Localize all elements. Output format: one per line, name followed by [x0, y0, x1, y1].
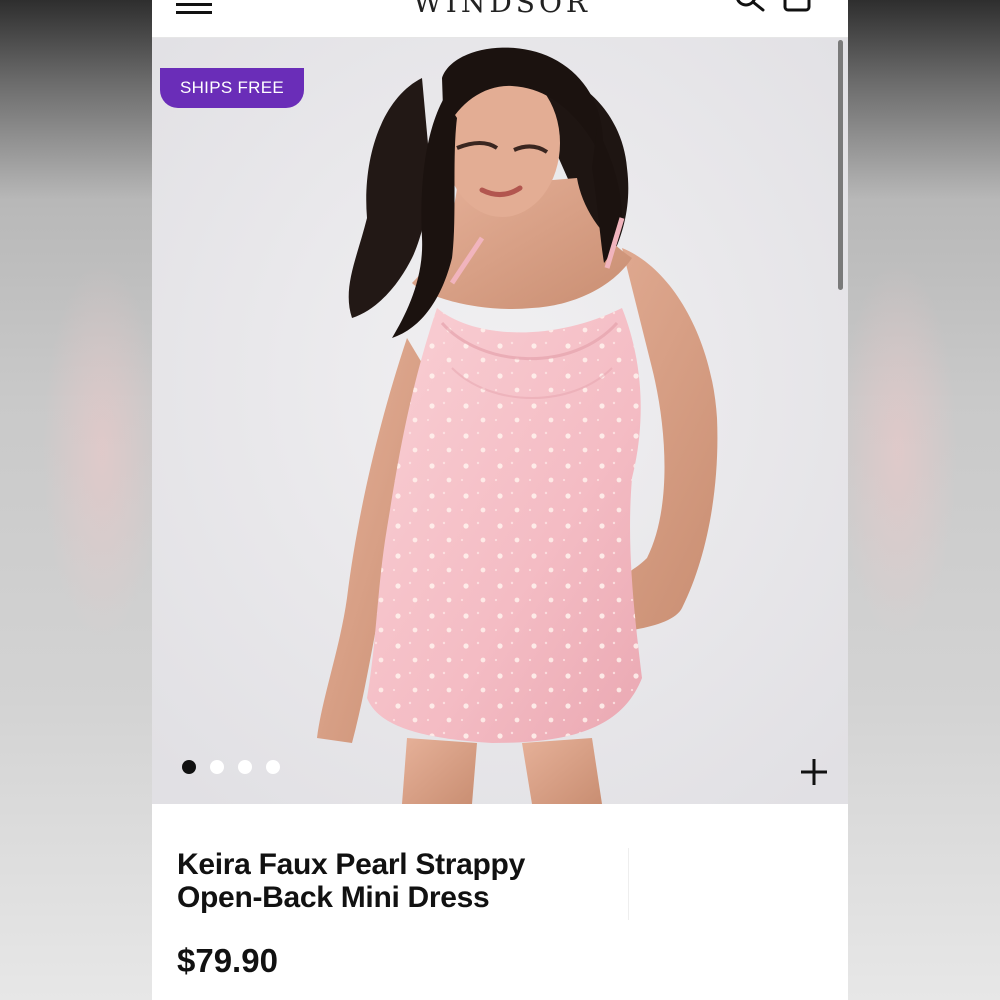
carousel-dots [182, 760, 280, 774]
product-photo [152, 38, 848, 804]
carousel-dot-4[interactable] [266, 760, 280, 774]
blurred-left-backdrop [0, 0, 162, 1000]
bag-icon[interactable] [782, 0, 812, 12]
page-scrollbar[interactable] [838, 40, 843, 290]
carousel-dot-2[interactable] [210, 760, 224, 774]
site-header: WINDSOR [152, 0, 848, 38]
divider [628, 848, 629, 920]
plus-icon[interactable] [798, 756, 830, 788]
mobile-screen: WINDSOR SHIPS FREE Keira Faux Pearl Stra… [152, 0, 848, 1000]
carousel-dot-3[interactable] [238, 760, 252, 774]
carousel-dot-1[interactable] [182, 760, 196, 774]
ships-free-badge: SHIPS FREE [160, 68, 304, 108]
menu-icon[interactable] [176, 0, 214, 14]
blurred-right-backdrop [838, 0, 1000, 1000]
product-price: $79.90 [177, 942, 278, 979]
product-title: Keira Faux Pearl Strappy Open-Back Mini … [177, 848, 525, 914]
product-image-carousel[interactable]: SHIPS FREE [152, 38, 848, 804]
product-info: Keira Faux Pearl Strappy Open-Back Mini … [152, 804, 848, 1000]
search-icon[interactable] [734, 0, 766, 14]
site-logo[interactable]: WINDSOR [392, 0, 612, 19]
